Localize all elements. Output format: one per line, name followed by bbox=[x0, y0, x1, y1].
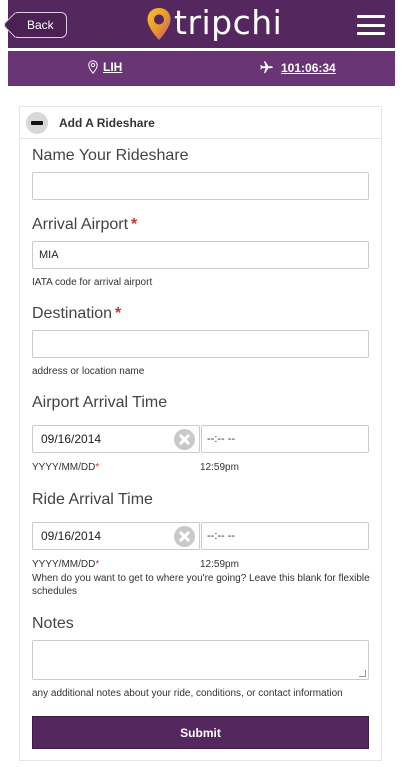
destination-label: Destination * bbox=[32, 305, 121, 323]
required-marker: * bbox=[95, 559, 100, 570]
arrival-airport-input[interactable]: MIA bbox=[32, 241, 369, 269]
airport-arrival-date-input[interactable]: 09/16/2014 bbox=[32, 425, 200, 453]
ride-arrival-date-format: YYYY/MM/DD* bbox=[32, 559, 99, 570]
panel-header[interactable]: Add A Rideshare bbox=[20, 107, 381, 139]
collapse-icon[interactable] bbox=[26, 111, 48, 134]
arrival-airport-label: Arrival Airport * bbox=[32, 216, 137, 234]
date-format-text: YYYY/MM/DD bbox=[32, 462, 96, 473]
required-marker: * bbox=[131, 216, 138, 233]
airport-arrival-date-value: 09/16/2014 bbox=[41, 432, 102, 446]
clear-date-icon[interactable] bbox=[174, 429, 195, 450]
airplane-icon bbox=[260, 61, 273, 74]
name-label: Name Your Rideshare bbox=[32, 147, 189, 165]
airport-arrival-time-format: 12:59pm bbox=[200, 462, 239, 473]
clear-date-icon[interactable] bbox=[174, 526, 195, 547]
notes-help: any additional notes about your ride, co… bbox=[32, 688, 343, 699]
back-button[interactable]: Back bbox=[12, 12, 67, 38]
destination-label-text: Destination bbox=[32, 305, 113, 322]
location-pin-icon bbox=[147, 8, 171, 40]
ride-arrival-time-input[interactable]: --:-- -- bbox=[201, 522, 369, 550]
rideshare-name-input[interactable] bbox=[32, 172, 369, 200]
location-link[interactable]: LIH bbox=[88, 60, 122, 74]
submit-button[interactable]: Submit bbox=[32, 716, 369, 749]
ride-arrival-time-label: Ride Arrival Time bbox=[32, 491, 153, 508]
required-marker: * bbox=[115, 305, 122, 322]
back-button-label: Back bbox=[27, 18, 54, 32]
flight-countdown[interactable]: 101:06:34 bbox=[281, 61, 336, 75]
map-pin-icon bbox=[88, 60, 98, 74]
name-label-text: Name Your Rideshare bbox=[32, 147, 189, 164]
arrival-airport-label-text: Arrival Airport bbox=[32, 216, 129, 233]
notes-label: Notes bbox=[32, 615, 74, 632]
tripchi-logo[interactable]: tripchi bbox=[146, 3, 282, 45]
trip-status-bar: LIH 101:06:34 bbox=[8, 51, 395, 86]
menu-icon[interactable] bbox=[357, 15, 385, 35]
menu-bar bbox=[357, 32, 385, 35]
airport-arrival-time-label: Airport Arrival Time bbox=[32, 394, 168, 411]
logo-text: tripchi bbox=[174, 2, 283, 42]
ride-arrival-date-value: 09/16/2014 bbox=[41, 529, 102, 543]
menu-bar bbox=[357, 23, 385, 27]
airport-arrival-time-input[interactable]: --:-- -- bbox=[201, 425, 369, 453]
resize-handle-icon[interactable] bbox=[359, 670, 366, 677]
required-marker: * bbox=[95, 462, 100, 473]
ride-arrival-date-input[interactable]: 09/16/2014 bbox=[32, 522, 200, 550]
menu-bar bbox=[357, 15, 385, 18]
add-rideshare-panel: Add A Rideshare Name Your Rideshare Arri… bbox=[19, 106, 382, 761]
notes-textarea[interactable] bbox=[32, 640, 369, 680]
destination-help: address or location name bbox=[32, 366, 145, 377]
app-header: Back tripchi bbox=[8, 0, 395, 48]
location-code[interactable]: LIH bbox=[103, 60, 122, 74]
ride-arrival-time-format: 12:59pm bbox=[200, 559, 239, 570]
panel-title: Add A Rideshare bbox=[59, 115, 155, 130]
ride-arrival-help: When do you want to get to where you're … bbox=[32, 573, 370, 597]
arrival-airport-help: IATA code for arrival airport bbox=[32, 277, 153, 288]
destination-input[interactable] bbox=[32, 330, 369, 358]
date-format-text: YYYY/MM/DD bbox=[32, 559, 96, 570]
flight-countdown-link[interactable]: 101:06:34 bbox=[259, 60, 336, 75]
airport-arrival-date-format: YYYY/MM/DD* bbox=[32, 462, 99, 473]
